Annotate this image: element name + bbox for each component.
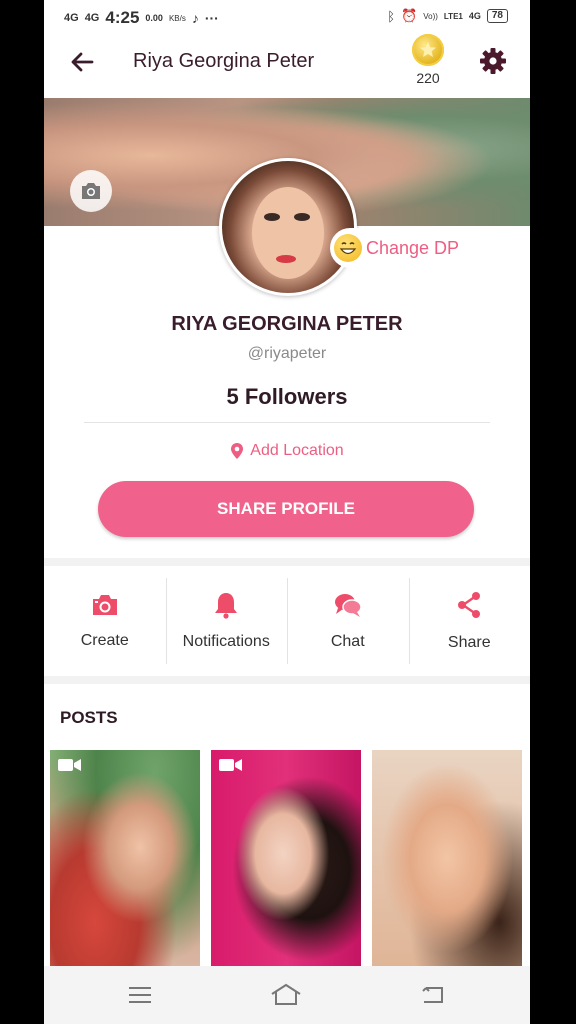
network-label: 4G <box>468 11 481 21</box>
create-action[interactable]: Create <box>44 566 166 676</box>
coin-count: 220 <box>416 70 440 86</box>
post-thumbnail[interactable] <box>372 750 522 966</box>
status-bar: 4G 4G 4:25 0.00 KB/s ♪ ··· ᛒ ⏰ Vo)) LTE1… <box>44 0 530 34</box>
volte-label: Vo)) <box>423 11 438 21</box>
create-label: Create <box>80 632 129 649</box>
posts-heading: POSTS <box>60 708 118 727</box>
chat-action[interactable]: Chat <box>287 566 409 676</box>
share-action[interactable]: Share <box>408 566 531 676</box>
coin-icon[interactable] <box>412 34 444 66</box>
share-profile-button[interactable]: SHARE PROFILE <box>98 481 474 537</box>
profile-handle: @riyapeter <box>247 345 327 362</box>
tiktok-icon: ♪ <box>191 10 199 26</box>
battery-icon: 78 <box>486 9 508 23</box>
clock: 4:25 <box>105 8 140 27</box>
notifications-label: Notifications <box>182 633 270 650</box>
bell-icon <box>215 593 238 619</box>
post-thumbnail[interactable] <box>211 750 361 966</box>
location-pin-icon <box>231 443 244 459</box>
bluetooth-icon: ᛒ <box>387 8 396 24</box>
chat-icon <box>334 594 362 617</box>
change-dp-button[interactable]: Change DP <box>330 228 468 268</box>
share-label: Share <box>447 634 491 651</box>
speed-value: 0.00 <box>145 13 163 23</box>
signal-1: 4G <box>64 12 79 24</box>
video-camera-icon <box>219 759 242 771</box>
lte-label: LTE1 <box>443 11 463 21</box>
camera-icon <box>92 595 117 615</box>
settings-gear-icon[interactable] <box>478 46 508 76</box>
change-dp-label: Change DP <box>366 237 460 258</box>
divider <box>84 422 490 423</box>
speed-unit: KB/s <box>168 13 186 23</box>
app-screen: 4G 4G 4:25 0.00 KB/s ♪ ··· ᛒ ⏰ Vo)) LTE1… <box>44 0 530 1024</box>
profile-avatar[interactable] <box>219 158 357 296</box>
posts-section: POSTS <box>44 684 530 966</box>
home-nav-icon[interactable] <box>270 982 301 1008</box>
top-app-bar: Riya Georgina Peter 220 <box>44 34 530 98</box>
back-nav-icon[interactable] <box>420 982 448 1008</box>
notifications-action[interactable]: Notifications <box>165 566 288 676</box>
alarm-icon: ⏰ <box>401 8 418 23</box>
signal-2: 4G <box>84 12 100 24</box>
add-location-label: Add Location <box>250 442 344 459</box>
profile-name: RIYA GEORGINA PETER <box>171 313 403 335</box>
video-camera-icon <box>58 759 81 771</box>
system-nav-bar <box>44 966 530 1024</box>
more-indicator: ··· <box>204 10 219 26</box>
smiley-emoji-icon <box>334 234 362 262</box>
back-arrow-icon[interactable] <box>66 46 98 78</box>
chat-label: Chat <box>330 633 365 650</box>
menu-nav-icon[interactable] <box>126 982 154 1008</box>
action-bar: Create Notifications Chat Share <box>44 566 530 676</box>
post-thumbnail[interactable] <box>50 750 200 966</box>
followers-count[interactable]: 5 Followers <box>44 384 530 410</box>
add-location-link[interactable]: Add Location <box>44 442 530 460</box>
cover-camera-button[interactable] <box>70 170 112 212</box>
page-title: Riya Georgina Peter <box>133 50 315 72</box>
camera-icon <box>82 183 100 199</box>
share-icon <box>458 592 481 618</box>
